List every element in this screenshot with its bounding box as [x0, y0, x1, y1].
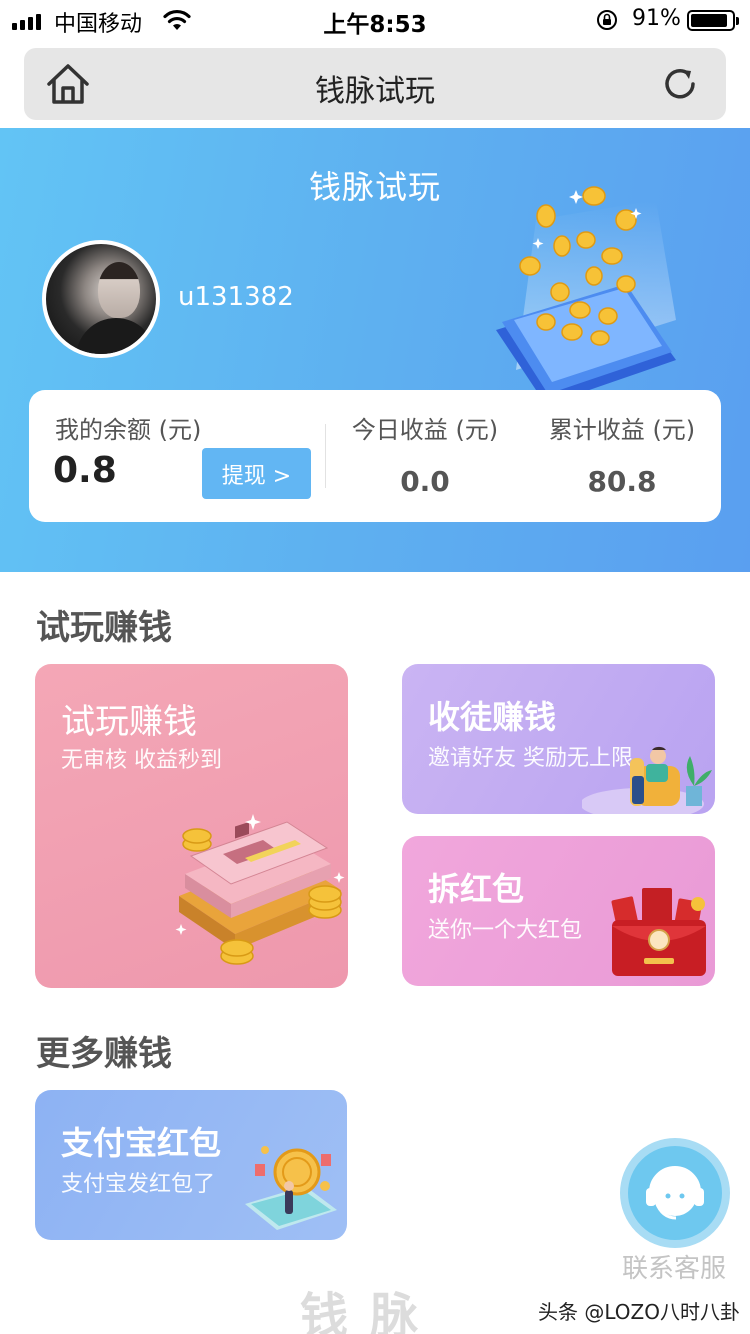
balance-card: 我的余额 (元) 0.8 提现 > 今日收益 (元) 0.0 累计收益 (元) … — [29, 390, 721, 522]
headset-agent-icon — [646, 1166, 704, 1220]
rotation-lock-icon — [597, 10, 617, 30]
balance-value: 0.8 — [53, 450, 117, 491]
total-earnings-value: 80.8 — [587, 465, 657, 498]
total-earnings: 累计收益 (元) 80.8 — [542, 410, 702, 498]
customer-service-label[interactable]: 联系客服 — [622, 1248, 726, 1285]
watermark: 头条 @LOZO八时八卦 — [538, 1300, 740, 1324]
username: u131382 — [178, 282, 294, 312]
nav-title: 钱脉试玩 — [315, 74, 435, 109]
hero-banner: 钱脉试玩 u131382 我的余额 (元) 0.8 提现 > 今日收益 (元) … — [0, 128, 750, 572]
today-earnings: 今日收益 (元) 0.0 — [345, 410, 505, 498]
alipay-coins-illustration — [245, 1146, 337, 1230]
balance-label: 我的余额 (元) — [55, 416, 202, 444]
cash-stack-illustration — [175, 814, 345, 965]
battery-percent: 91% — [632, 6, 681, 31]
card-title: 支付宝红包 — [61, 1124, 222, 1162]
today-earnings-label: 今日收益 (元) — [351, 416, 499, 444]
customer-service-button[interactable] — [620, 1138, 730, 1248]
battery-icon — [687, 10, 739, 31]
card-title: 试玩赚钱 — [61, 702, 197, 742]
today-earnings-value: 0.0 — [400, 465, 450, 498]
avatar[interactable] — [42, 240, 160, 358]
total-earnings-label: 累计收益 (元) — [548, 416, 696, 444]
card-title: 收徒赚钱 — [428, 698, 557, 736]
divider — [325, 424, 326, 488]
invite-earn-card[interactable]: 收徒赚钱 邀请好友 奖励无上限 — [402, 664, 715, 814]
alipay-red-packet-card[interactable]: 支付宝红包 支付宝发红包了 — [35, 1090, 347, 1240]
person-chair-illustration — [582, 746, 712, 814]
refresh-icon[interactable] — [658, 62, 702, 106]
card-subtitle: 送你一个大红包 — [428, 918, 583, 943]
section-title-more: 更多赚钱 — [36, 1034, 172, 1074]
card-subtitle: 无审核 收益秒到 — [61, 748, 222, 773]
footer-brand: 钱脉 — [300, 1288, 441, 1334]
red-packet-card[interactable]: 拆红包 送你一个大红包 — [402, 836, 715, 986]
withdraw-button[interactable]: 提现 > — [202, 448, 311, 499]
red-envelope-illustration — [611, 888, 706, 976]
nav-box: 钱脉试玩 — [24, 48, 726, 120]
status-bar: 中国移动 上午8:53 91% — [0, 0, 750, 40]
trial-earn-card[interactable]: 试玩赚钱 无审核 收益秒到 — [35, 664, 348, 988]
section-title-trial: 试玩赚钱 — [36, 608, 172, 648]
card-subtitle: 支付宝发红包了 — [61, 1172, 216, 1197]
nav-bar: 钱脉试玩 — [0, 40, 750, 128]
card-title: 拆红包 — [428, 870, 525, 908]
